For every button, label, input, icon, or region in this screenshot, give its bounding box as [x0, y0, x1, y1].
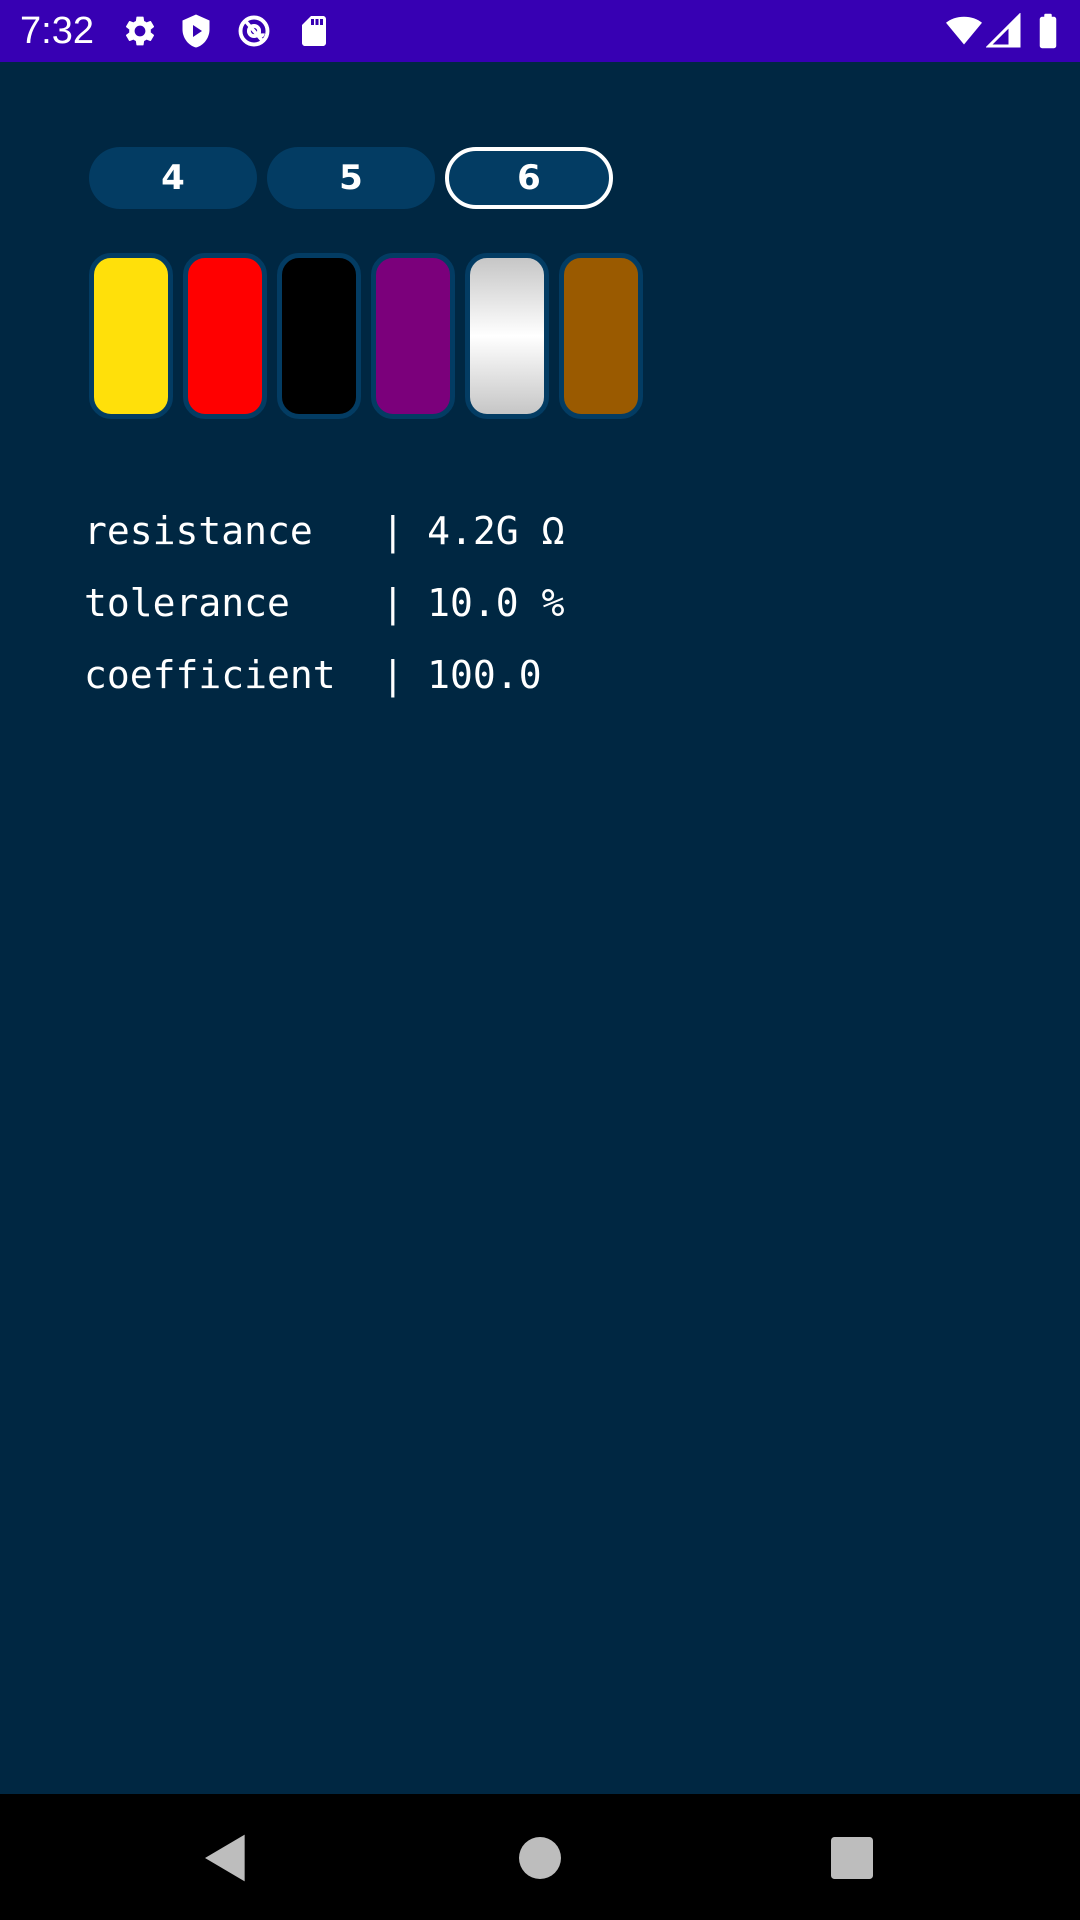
band-count-5-button[interactable]: 5 — [267, 147, 435, 209]
band-count-6-button[interactable]: 6 — [445, 147, 613, 209]
band-4-violet[interactable] — [371, 253, 455, 419]
signal-icon — [986, 13, 1022, 49]
tolerance-value: | 10.0 % — [381, 581, 565, 625]
wifi-icon — [944, 13, 984, 49]
at-sign-icon — [236, 13, 272, 49]
resistance-row: resistance | 4.2G Ω — [84, 507, 564, 555]
band-6-brown[interactable] — [559, 253, 643, 419]
band-2-red[interactable] — [183, 253, 267, 419]
battery-icon — [1036, 13, 1060, 49]
band-5-silver[interactable] — [465, 253, 549, 419]
resistance-value: | 4.2G Ω — [381, 509, 565, 553]
band-1-yellow[interactable] — [89, 253, 173, 419]
tolerance-row: tolerance | 10.0 % — [84, 579, 564, 627]
gear-icon — [122, 13, 158, 49]
recents-icon[interactable] — [824, 1830, 880, 1886]
coefficient-label: coefficient — [84, 653, 382, 697]
coefficient-row: coefficient | 100.0 — [84, 651, 542, 699]
back-icon[interactable] — [198, 1830, 254, 1886]
band-count-4-button[interactable]: 4 — [89, 147, 257, 209]
band-3-black[interactable] — [277, 253, 361, 419]
sd-card-icon — [296, 13, 332, 49]
resistance-label: resistance — [84, 509, 382, 553]
status-bar: 7:32 — [0, 0, 1080, 62]
navigation-bar — [0, 1794, 1080, 1920]
status-time: 7:32 — [20, 10, 94, 52]
coefficient-value: | 100.0 — [381, 653, 542, 697]
tolerance-label: tolerance — [84, 581, 382, 625]
play-protect-icon — [178, 13, 214, 49]
home-icon[interactable] — [512, 1830, 568, 1886]
